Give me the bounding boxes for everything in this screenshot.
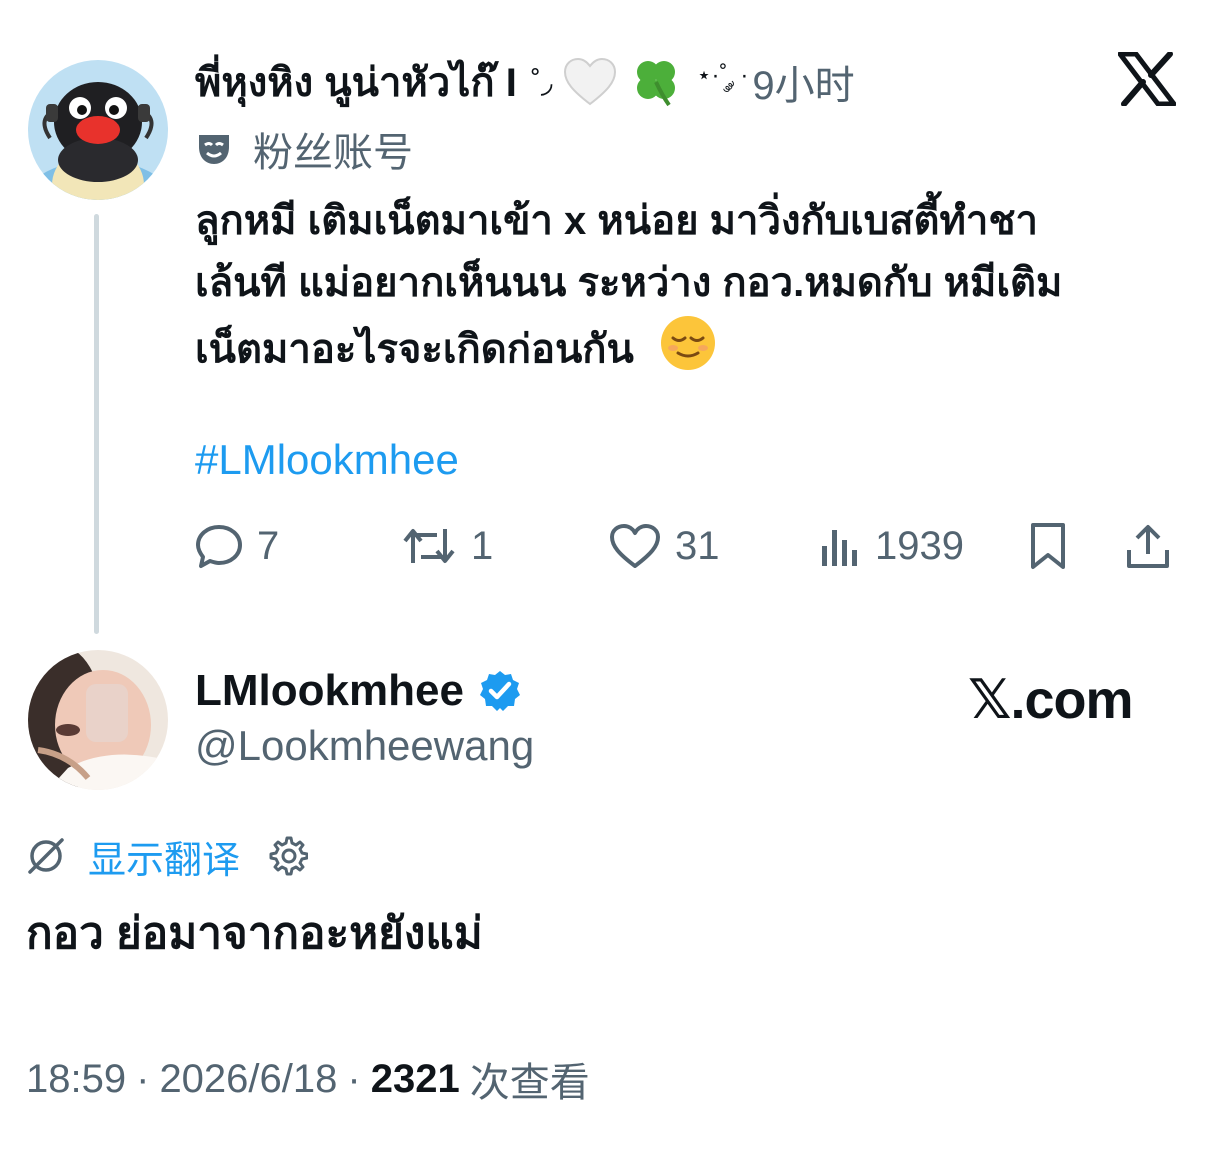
x-logo-icon[interactable] [1117,51,1177,111]
tweet-text-line: เล้นที แม่อยากเห็นนน ระหว่าง กอว.หมดกับ … [195,261,1063,305]
parent-name-decoration: ˚◞ [530,65,553,99]
meta-separator: · [347,1056,361,1101]
parent-header: พี่หุงหิง นูน่าหัวไก๊ I ˚◞ ⋆·˚ ༘ · 9小时 [195,54,855,110]
tweet-time[interactable]: 18:59 [26,1057,126,1102]
reply-count: 7 [257,523,280,568]
parent-avatar[interactable] [28,60,168,200]
views-button[interactable]: 1939 [819,516,964,576]
views-count: 1939 [875,523,964,568]
show-translation-link[interactable]: 显示翻译 [88,829,240,884]
reply-icon [196,525,242,568]
view-count: 2321 [370,1056,460,1101]
author-display-name[interactable]: LMlookmhee [195,666,464,716]
parent-name-dots: ⋆·˚ ༘ · [696,61,749,89]
like-count: 31 [675,523,720,568]
heart-white-icon [562,54,618,110]
parent-tweet-text: ลูกหมี เติมเน็ตมาเข้า x หน่อย มาวิ่งกับเ… [195,190,1185,390]
relieved-face-icon [659,314,717,390]
bookmark-icon [1031,523,1065,569]
fan-account-row: 粉丝账号 [195,122,413,176]
repost-count: 1 [471,523,494,568]
bookmark-button[interactable] [1027,516,1083,576]
parent-time[interactable]: 9小时 [752,53,854,111]
author-avatar[interactable] [28,650,168,790]
verified-badge-icon[interactable] [478,669,522,713]
translate-row: 显示翻译 [26,829,309,884]
hashtag-link[interactable]: #LMlookmhee [195,436,459,484]
main-tweet-text: กอว ย่อมาจากอะหยังแม่ [26,909,483,958]
thread-line [94,214,99,634]
tweet-date[interactable]: 2026/6/18 [159,1057,337,1102]
author-name-row: LMlookmhee [195,664,522,718]
share-button[interactable] [1125,516,1185,576]
tweet-text-line: ลูกหมี เติมเน็ตมาเข้า x หน่อย มาวิ่งกับเ… [195,199,1038,243]
tweet-action-bar: 7 1 31 1939 [195,516,1180,576]
reply-button[interactable]: 7 [195,516,279,576]
view-label: 次查看 [469,1061,590,1105]
tweet-text-line-content: เน็ตมาอะไรจะเกิดก่อนกัน [195,327,634,372]
tweet-meta: 18:59 · 2026/6/18 · 2321 次查看 [26,1052,590,1106]
repost-button[interactable]: 1 [401,516,493,576]
tweet-text-line: เน็ตมาอะไรจะเกิดก่อนกัน [195,314,1185,390]
repost-icon [403,529,455,563]
parent-display-name[interactable]: พี่หุงหิง นูน่าหัวไก๊ I [195,50,517,114]
meta-separator: · [136,1056,150,1101]
four-leaf-clover-icon [628,54,684,110]
fan-account-label: 粉丝账号 [253,131,413,175]
analytics-icon [822,530,857,566]
heart-icon [610,524,660,568]
author-handle[interactable]: @Lookmheewang [195,722,534,770]
xcom-watermark: 𝕏.com [968,670,1134,730]
share-icon [1127,525,1169,568]
drama-mask-icon [199,135,229,164]
gear-icon[interactable] [266,835,309,877]
like-button[interactable]: 31 [609,516,720,576]
globe-translate-icon [28,838,64,874]
